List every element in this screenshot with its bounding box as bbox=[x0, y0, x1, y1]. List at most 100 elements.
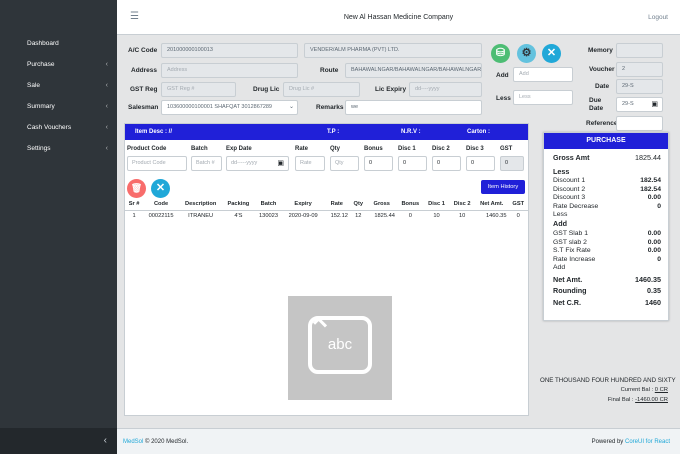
nrv-value: N.R.V : bbox=[401, 129, 421, 135]
sidebar-item-dashboard[interactable]: Dashboard bbox=[0, 33, 117, 54]
col-gross: Gross bbox=[366, 199, 397, 211]
discount2-label: Discount 2 bbox=[553, 185, 586, 193]
app-header: ☰ New Al Hassan Medicine Company Logout bbox=[117, 0, 680, 35]
net-cr-label: Net C.R. bbox=[553, 298, 581, 307]
due-date-input[interactable]: 29-S ▣ bbox=[616, 97, 663, 112]
cell-bonus: 0 bbox=[408, 212, 412, 219]
calendar-icon: ▣ bbox=[651, 101, 658, 108]
delete-button[interactable]: 🗑 bbox=[127, 179, 146, 198]
discount2-value: 182.54 bbox=[640, 185, 661, 193]
address-input[interactable]: Address bbox=[161, 63, 298, 78]
sidebar-item-label: Sale bbox=[27, 82, 41, 89]
disc2-header: Disc 2 bbox=[432, 146, 450, 152]
qty-input[interactable]: Qty bbox=[330, 156, 359, 171]
cell-net-amt: 1460.35 bbox=[485, 212, 507, 219]
logout-link[interactable]: Logout bbox=[648, 14, 668, 21]
drug-lic-input[interactable]: Drug Lic # bbox=[283, 82, 360, 97]
gst-reg-input[interactable]: GST Reg # bbox=[161, 82, 236, 97]
save-button[interactable]: ⛁ bbox=[491, 44, 510, 63]
exp-date-input[interactable]: dd-----yyyy ▣ bbox=[226, 156, 289, 171]
chevron-down-icon: ⌄ bbox=[289, 104, 295, 110]
footer-brand-link[interactable]: MedSol bbox=[123, 439, 143, 445]
discount1-value: 182.54 bbox=[640, 177, 661, 184]
bonus-input[interactable]: 0 bbox=[364, 156, 393, 171]
sidebar-nav: Dashboard Purchase ‹ Sale ‹ Summary ‹ Cash … bbox=[0, 33, 117, 159]
current-bal-label: Current Bal : bbox=[620, 387, 655, 393]
salesman-select[interactable]: 103600000100001 SHAFQAT 3012867289 bbox=[161, 100, 298, 115]
sidebar-item-purchase[interactable]: Purchase ‹ bbox=[0, 54, 117, 75]
date-input[interactable]: 29-S bbox=[616, 79, 663, 94]
chevron-left-icon: ‹ bbox=[105, 103, 108, 110]
batch-input[interactable]: Batch # bbox=[191, 156, 222, 171]
exp-date-header: Exp Date bbox=[226, 146, 252, 152]
route-input[interactable]: BAHAWALNGAR/BAHAWALNGAR/BAHAWALNGAR bbox=[345, 63, 482, 78]
items-table: Sr # Code Description Packing Batch Expi… bbox=[125, 199, 528, 221]
disc2-input[interactable]: 0 bbox=[432, 156, 461, 171]
rate-increase-row: Rate Increase 0 bbox=[553, 256, 661, 265]
gst-slab2-value: 0.00 bbox=[647, 238, 661, 246]
item-desc: Item Desc : // bbox=[135, 129, 173, 135]
reference-input[interactable] bbox=[616, 116, 663, 131]
chevron-left-icon: ‹ bbox=[105, 61, 108, 68]
sidebar-minimizer[interactable]: ‹ bbox=[0, 428, 117, 454]
close-icon: ✕ bbox=[546, 47, 557, 59]
settings-button[interactable]: ⚙ bbox=[517, 44, 536, 63]
sidebar-item-settings[interactable]: Settings ‹ bbox=[0, 138, 117, 159]
item-history-button[interactable]: Item History bbox=[481, 180, 525, 194]
clear-button[interactable]: ✕ bbox=[151, 179, 170, 198]
rounding-label: Rounding bbox=[553, 286, 587, 295]
discount1-row: Discount 1 182.54 bbox=[553, 177, 661, 186]
col-description: Description bbox=[178, 199, 223, 211]
chevron-left-icon: ‹ bbox=[105, 145, 108, 152]
rate-input[interactable]: Rate bbox=[295, 156, 325, 171]
sidebar-item-sale[interactable]: Sale ‹ bbox=[0, 75, 117, 96]
discount3-row: Discount 3 0.00 bbox=[553, 194, 661, 203]
qty-header: Qty bbox=[330, 146, 341, 152]
memory-input[interactable] bbox=[616, 43, 663, 58]
lic-expiry-input[interactable]: dd----yyyy bbox=[409, 82, 482, 97]
sidebar: Dashboard Purchase ‹ Sale ‹ Summary ‹ Cash … bbox=[0, 0, 117, 454]
less-heading: Less bbox=[553, 167, 570, 176]
gst-slab2-label: GST slab 2 bbox=[553, 238, 587, 246]
voucher-input[interactable]: 2 bbox=[616, 62, 663, 77]
final-bal-value: -1460.00 CR bbox=[635, 397, 668, 403]
col-batch: Batch bbox=[254, 199, 283, 211]
disc3-input[interactable]: 0 bbox=[466, 156, 495, 171]
table-row[interactable]: 1 00022115 ITRANEU 4'S 130023 2020-09-09… bbox=[125, 210, 528, 221]
discount3-label: Discount 3 bbox=[553, 194, 586, 201]
cell-code: 00022115 bbox=[148, 212, 174, 219]
disc1-input[interactable]: 0 bbox=[398, 156, 427, 171]
sidebar-item-cash-vouchers[interactable]: Cash Vouchers ‹ bbox=[0, 117, 117, 138]
rate-increase-value: 0 bbox=[657, 255, 661, 263]
add-heading: Add bbox=[553, 219, 567, 228]
sidebar-item-summary[interactable]: Summary ‹ bbox=[0, 96, 117, 117]
ac-code-input[interactable]: 201000000100013 bbox=[161, 43, 298, 58]
gst-input[interactable]: 0 bbox=[500, 156, 524, 171]
exp-date-value: dd-----yyyy bbox=[231, 160, 258, 166]
footer-coreui-link[interactable]: CoreUI for React bbox=[625, 439, 670, 445]
purchase-title: PURCHASE bbox=[544, 133, 668, 149]
rate-decrease-label: Rate Decrease bbox=[553, 202, 599, 210]
app-footer: MedSol © 2020 MedSol. Powered by CoreUI … bbox=[117, 428, 680, 454]
remarks-input[interactable]: we bbox=[345, 100, 482, 115]
tp-value: T.P : bbox=[327, 129, 340, 135]
vendor-input[interactable]: VENDER/ALM PHARMA (PVT) LTD. bbox=[304, 43, 482, 58]
cell-qty: 12 bbox=[355, 212, 362, 219]
add-label: Add bbox=[496, 72, 509, 79]
st-fix-rate-row: S.T Fix Rate 0.00 bbox=[553, 247, 661, 256]
current-bal-value: 0 CR bbox=[654, 387, 668, 393]
item-panel-header: Item Desc : // T.P : N.R.V : Carton : bbox=[125, 124, 528, 140]
less-input[interactable]: Less bbox=[513, 90, 573, 105]
gst-reg-label: GST Reg bbox=[130, 86, 158, 93]
less-label: Less bbox=[496, 95, 511, 102]
cell-description: ITRANEU bbox=[188, 212, 214, 219]
cell-rate: 152.12 bbox=[330, 212, 348, 219]
final-balance: Final Bal : -1460.00 CR bbox=[608, 397, 668, 403]
ac-code-label: A/C Code bbox=[128, 47, 158, 54]
add-input[interactable]: Add bbox=[513, 67, 573, 82]
footer-powered: Powered by CoreUI for React bbox=[592, 429, 670, 454]
product-code-input[interactable]: Product Code bbox=[127, 156, 187, 171]
close-button[interactable]: ✕ bbox=[542, 44, 561, 63]
keyboard-overlay[interactable]: abc bbox=[288, 296, 392, 400]
cell-disc1: 10 bbox=[433, 212, 440, 219]
